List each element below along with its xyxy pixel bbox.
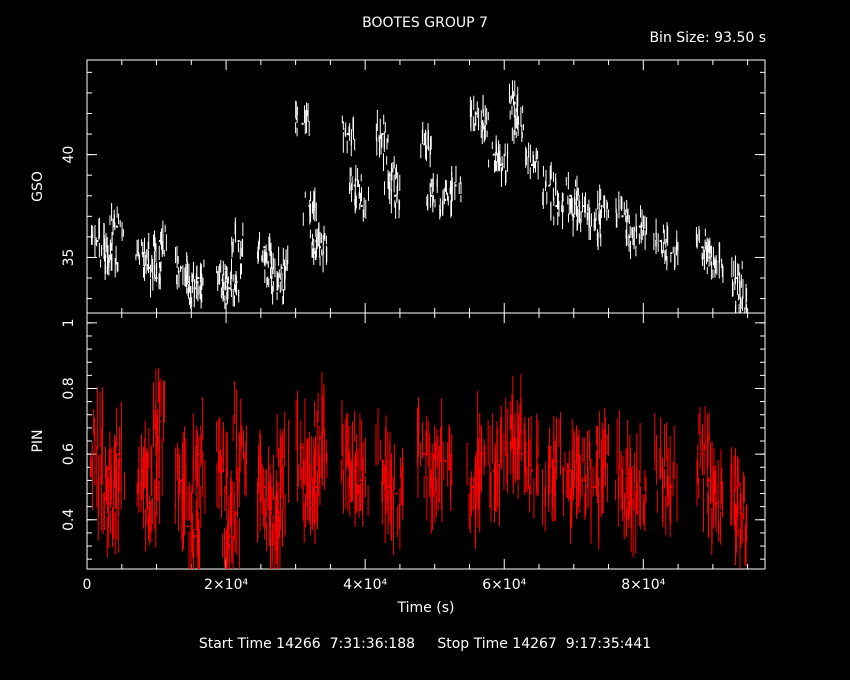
pin-data-point	[438, 398, 453, 523]
gso-data-point	[90, 217, 105, 259]
gso-data-point	[577, 187, 591, 227]
gso-data-point	[109, 202, 124, 251]
gso-data-point	[632, 205, 648, 250]
pin-data-point	[97, 431, 112, 549]
gso-ytick-label: 35	[61, 249, 77, 267]
gso-data-point	[449, 165, 462, 208]
pin-ytick-label: 0.4	[61, 509, 77, 531]
stop-time-value: 9:17:35:441	[565, 636, 652, 652]
gso-ytick-label: 40	[61, 146, 77, 164]
gso-data-point	[595, 184, 609, 229]
gso-data-point	[426, 173, 438, 213]
pin-data-point	[192, 397, 206, 515]
gso-data-point	[550, 190, 564, 230]
gso-data-point	[230, 258, 242, 303]
gso-data-point	[354, 186, 370, 222]
x-axis-label: Time (s)	[397, 600, 455, 616]
pin-data-point	[232, 381, 247, 497]
pin-data-point	[734, 476, 748, 569]
pin-data-point	[153, 368, 166, 479]
gso-data-point	[508, 80, 519, 120]
pin-data-point	[524, 413, 539, 519]
pin-data-point	[381, 432, 395, 544]
gso-data-point	[295, 100, 310, 137]
gso-data-point	[302, 187, 317, 226]
gso-data-point	[731, 255, 743, 299]
gso-data-point	[615, 191, 630, 228]
gso-data-point	[525, 142, 539, 180]
pin-ytick-label: 0.8	[61, 377, 77, 399]
gso-data-point	[153, 220, 167, 261]
start-time-value: 7:31:36:188	[329, 636, 416, 652]
pin-data-point	[89, 386, 104, 511]
pin-data-point	[356, 413, 369, 528]
time-range-footer: Start Time 14266 7:31:36:188 Stop Time 1…	[0, 636, 850, 652]
pin-ytick-label: 0.6	[61, 443, 77, 465]
gso-data-point	[375, 109, 389, 158]
pin-ytick-label: 1	[61, 318, 77, 327]
gso-data-point	[341, 115, 356, 157]
x-tick-label: 8×10⁴	[621, 577, 665, 593]
gso-data-point	[231, 217, 244, 260]
gso-data-point	[420, 121, 432, 168]
pin-data-point	[417, 396, 432, 503]
x-tick-label: 4×10⁴	[343, 577, 387, 593]
x-tick-label: 2×10⁴	[204, 577, 248, 593]
pin-data-point	[577, 429, 592, 544]
pin-data-point	[257, 429, 272, 544]
x-tick-label: 0	[83, 577, 92, 593]
stop-time-label: Stop Time 14267	[437, 636, 557, 652]
start-time-label: Start Time 14266	[198, 636, 321, 652]
gso-data-point	[104, 238, 119, 278]
light-curve-chart: 35 40 GSO 0.4 0.6 0.8 1 PIN 0 2×10⁴ 4×10⁴ 6×10⁴ 8×10…	[30, 59, 766, 616]
gso-ylabel: GSO	[30, 171, 46, 202]
x-tick-label: 6×10⁴	[482, 577, 526, 593]
pin-ylabel: PIN	[30, 429, 46, 452]
pin-data-point	[216, 416, 228, 518]
